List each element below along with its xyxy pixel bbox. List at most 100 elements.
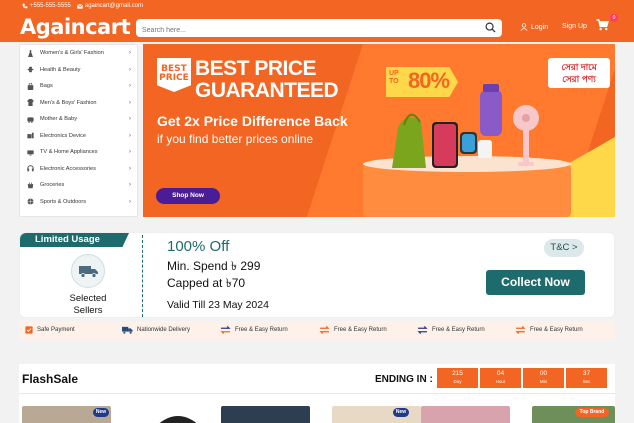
hero-banner[interactable]: BEST PRICE BEST PRICE GUARANTEED Get 2x … <box>143 44 615 217</box>
sidebar-item-bags[interactable]: Bags › <box>20 78 137 95</box>
sidebar-item-label: Health & Beauty <box>40 66 81 73</box>
truck-icon <box>122 326 133 334</box>
phone-contact[interactable]: +555-555-5555 <box>22 3 71 9</box>
dress-icon <box>28 49 33 57</box>
chevron-right-icon: › <box>129 132 131 139</box>
search-input[interactable] <box>136 21 466 40</box>
feature-item: Free & Easy Return <box>319 326 387 334</box>
feature-item: Free & Easy Return <box>417 326 485 334</box>
swap-icon <box>417 326 428 334</box>
flashsale-section: FlashSale ENDING IN : 215 Day 04 Hour 00… <box>19 364 615 423</box>
feature-label: Safe Payment <box>37 327 75 333</box>
feature-item: Nationwide Delivery <box>122 326 190 334</box>
sidebar-item-electronic-accessories[interactable]: Electronic Accessories › <box>20 161 137 178</box>
sidebar-item-label: Women's & Girls' Fashion <box>40 50 104 57</box>
terms-button[interactable]: T&C > <box>544 239 584 257</box>
sidebar-item-sports-outdoors[interactable]: Sports & Outdoors › <box>20 194 137 211</box>
sidebar-item-electronics-device[interactable]: Electronics Device › <box>20 128 137 145</box>
sidebar-item-label: Men's & Boys' Fashion <box>40 99 97 106</box>
site-logo[interactable]: Againcart <box>20 15 131 39</box>
user-icon <box>520 23 528 31</box>
contact-info: +555-555-5555 againcart@gmail.com <box>22 3 143 9</box>
sidebar-item-label: Electronics Device <box>40 132 87 139</box>
timer-seconds: 37 Sec <box>566 368 607 388</box>
seller-badge <box>71 254 105 288</box>
shop-now-button[interactable]: Shop Now <box>156 188 220 204</box>
bangla-line-2: সেরা পণ্য <box>562 74 596 84</box>
timer-value: 00 <box>539 370 548 377</box>
collect-now-button[interactable]: Collect Now <box>486 270 585 295</box>
valid-till: Valid Till 23 May 2024 <box>167 299 269 311</box>
search-icon[interactable] <box>485 22 496 33</box>
chevron-right-icon: › <box>129 50 131 57</box>
timer-hours: 04 Hour <box>480 368 521 388</box>
accessory-icon <box>27 165 34 172</box>
timer-minutes: 00 Min <box>523 368 564 388</box>
new-badge: New <box>93 408 109 417</box>
new-badge: New <box>393 408 409 417</box>
seller-line-1: Selected <box>69 293 107 304</box>
banner-subtext: if you find better prices online <box>157 132 314 146</box>
products-illustration <box>392 84 539 168</box>
email-contact[interactable]: againcart@gmail.com <box>76 3 143 9</box>
sidebar-item-womens-fashion[interactable]: Women's & Girls' Fashion › <box>20 45 137 62</box>
shirt-icon <box>27 99 34 107</box>
shield-icon <box>25 326 33 334</box>
login-button[interactable]: Login <box>520 23 548 31</box>
product-card-5[interactable] <box>421 406 510 423</box>
health-icon <box>27 66 34 73</box>
timer-unit: Sec <box>582 379 591 384</box>
timer-unit: Min <box>539 379 548 384</box>
product-image <box>159 416 197 423</box>
sidebar-item-label: Bags <box>40 83 53 90</box>
sidebar-item-tv-home[interactable]: TV & Home Appliances › <box>20 144 137 161</box>
bag-icon <box>27 82 34 90</box>
sidebar-item-health-beauty[interactable]: Health & Beauty › <box>20 62 137 79</box>
baby-icon <box>27 117 34 123</box>
banner-headline-2: GUARANTEED <box>195 79 339 102</box>
timer-unit: Day <box>453 379 462 384</box>
banner-subhead: Get 2x Price Difference Back <box>157 113 348 129</box>
voucher-card: Limited Usage Selected Sellers 100% Off … <box>19 232 615 318</box>
login-label: Login <box>531 23 549 31</box>
sidebar-item-groceries[interactable]: Groceries › <box>20 177 137 194</box>
sidebar-item-label: Electronic Accessories <box>40 165 96 172</box>
flashsale-title: FlashSale <box>22 372 79 386</box>
timer-value: 215 <box>452 370 463 377</box>
feature-item: Safe Payment <box>25 326 75 334</box>
chevron-right-icon: › <box>129 99 131 106</box>
swap-icon <box>515 326 526 334</box>
chevron-right-icon: › <box>129 149 131 156</box>
search-bar <box>136 19 502 40</box>
banner-headline-1: BEST PRICE <box>195 57 317 80</box>
cart-icon[interactable] <box>596 19 609 31</box>
capped-amount: Capped at ৳70 <box>167 276 246 290</box>
chevron-right-icon: › <box>129 165 131 172</box>
product-card-2[interactable] <box>132 406 221 423</box>
sidebar-item-mother-baby[interactable]: Mother & Baby › <box>20 111 137 128</box>
feature-item: Free & Easy Return <box>515 326 583 334</box>
grocery-icon <box>27 182 34 189</box>
dashed-divider <box>142 235 143 317</box>
delivery-truck-icon <box>79 266 98 278</box>
feature-label: Free & Easy Return <box>432 327 485 333</box>
swap-icon <box>220 326 231 334</box>
product-card-3[interactable] <box>221 406 310 423</box>
feature-label: Free & Easy Return <box>235 327 288 333</box>
signup-button[interactable]: Sign Up <box>562 23 587 30</box>
chevron-right-icon: › <box>129 198 131 205</box>
feature-item: Free & Easy Return <box>220 326 288 334</box>
swap-icon <box>319 326 330 334</box>
feature-label: Free & Easy Return <box>530 327 583 333</box>
chevron-right-icon: › <box>129 66 131 73</box>
category-sidebar: Women's & Girls' Fashion › Health & Beau… <box>19 44 138 217</box>
mail-icon <box>76 3 83 9</box>
limited-usage-tab: Limited Usage <box>20 233 129 247</box>
timer-value: 04 <box>496 370 505 377</box>
timer-value: 37 <box>582 370 591 377</box>
ending-in-label: ENDING IN : <box>375 374 433 385</box>
phone-text: +555-555-5555 <box>30 3 71 9</box>
device-icon <box>27 132 34 139</box>
sidebar-item-label: Groceries <box>40 182 65 189</box>
sidebar-item-mens-fashion[interactable]: Men's & Boys' Fashion › <box>20 95 137 112</box>
